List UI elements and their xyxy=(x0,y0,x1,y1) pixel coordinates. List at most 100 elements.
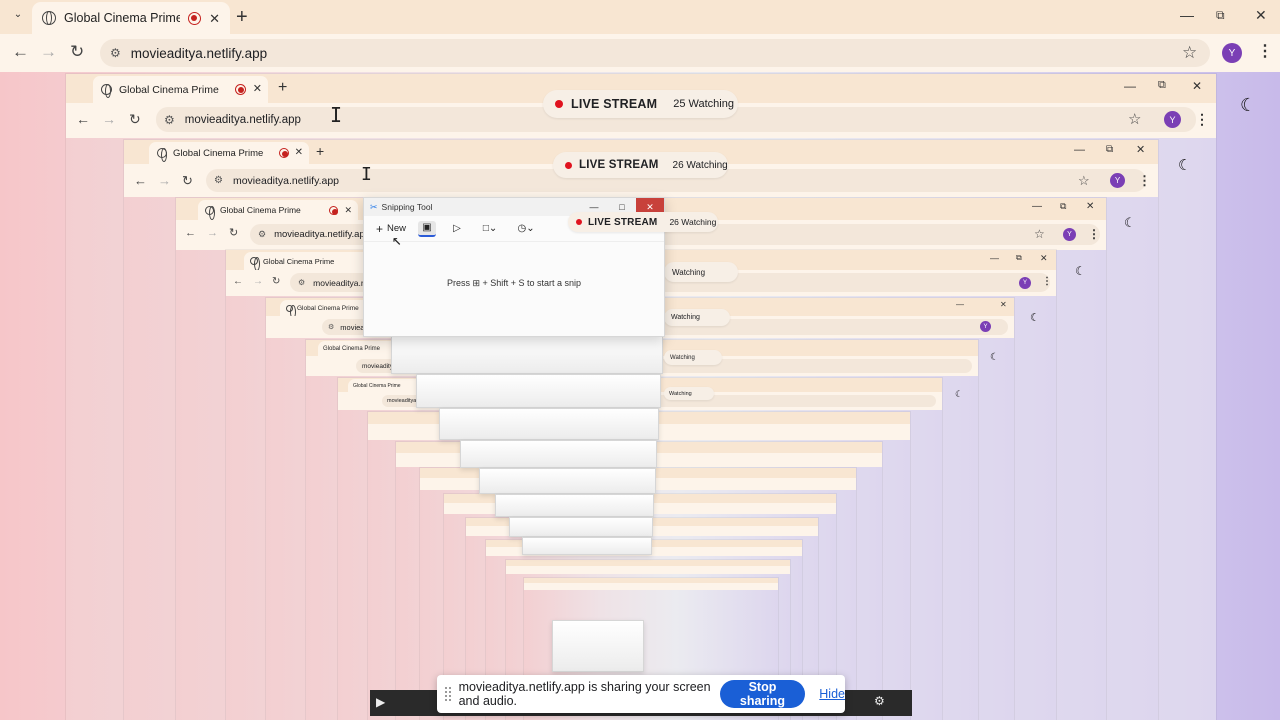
stop-sharing-button[interactable]: Stop sharing xyxy=(719,680,806,708)
site-info-icon: ⚙ xyxy=(258,229,267,239)
watching-count: 26 Watching xyxy=(672,159,728,171)
hide-link[interactable]: Hide xyxy=(819,687,845,701)
live-stream-badge: Watching xyxy=(664,350,722,365)
snip-capture-ghost xyxy=(391,336,663,374)
reload-icon[interactable]: ↻ xyxy=(70,43,84,60)
tab-search-chevron-icon[interactable]: ⌄ xyxy=(10,9,26,25)
minimize-icon: — xyxy=(990,253,999,263)
live-stream-badge: LIVE STREAM 25 Watching xyxy=(543,90,738,118)
address-url: movieaditya.netlify.app xyxy=(184,113,301,126)
restore-icon: ⧉ xyxy=(1016,253,1022,262)
address-url: movieaditya.netlify.app xyxy=(232,174,339,187)
video-mode-icon[interactable]: ▷ xyxy=(448,221,466,237)
snip-capture-ghost xyxy=(522,537,652,555)
browser-menu-icon: ⋮ xyxy=(1088,227,1100,241)
live-dot-icon xyxy=(555,100,563,108)
recording-indicator-icon xyxy=(278,148,289,158)
restore-icon: ⧉ xyxy=(1106,144,1114,155)
tab-title: Global Cinema Prime xyxy=(323,345,381,352)
live-stream-label: LIVE STREAM xyxy=(588,216,658,228)
bookmark-star-icon: ☆ xyxy=(1078,173,1090,188)
profile-avatar[interactable]: Y xyxy=(1222,43,1242,63)
back-arrow-icon: ← xyxy=(233,276,243,287)
back-arrow-icon: ← xyxy=(134,173,147,188)
restore-icon[interactable]: ⧉ xyxy=(1216,9,1225,21)
text-cursor-icon: I xyxy=(361,164,372,185)
moon-icon[interactable]: ☾ xyxy=(1240,96,1256,114)
tab-title: Global Cinema Prime xyxy=(64,11,181,25)
minimize-icon: — xyxy=(956,300,964,309)
site-info-icon: ⚙ xyxy=(328,324,335,331)
forward-arrow-icon: → xyxy=(102,111,116,127)
tab-title: Global Cinema Prime xyxy=(119,83,219,96)
new-tab-plus-icon: + xyxy=(316,143,325,159)
globe-icon xyxy=(42,11,56,25)
tab-title: Global Cinema Prime xyxy=(353,382,401,389)
browser-tab-strip: ⌄ Global Cinema Prime ✕ + — ⧉ ✕ xyxy=(0,0,1280,34)
forward-arrow-icon[interactable]: → xyxy=(40,43,57,60)
site-info-icon: ⚙ xyxy=(298,278,306,287)
watching-count: 26 Watching xyxy=(669,217,717,227)
recording-indicator-icon xyxy=(329,205,339,215)
settings-icon[interactable]: ⚙ xyxy=(874,694,885,708)
moon-icon: ☾ xyxy=(1178,157,1192,174)
snip-capture-ghost xyxy=(439,408,659,440)
forward-arrow-icon: → xyxy=(158,173,171,188)
new-tab-plus-icon[interactable]: + xyxy=(236,7,248,27)
browser-menu-icon: ⋮ xyxy=(1042,276,1052,287)
plus-icon: + xyxy=(376,221,384,236)
snip-hint-text: Press ⊞ + Shift + S to start a snip xyxy=(446,278,582,288)
moon-icon: ☾ xyxy=(1124,215,1136,230)
mouse-pointer-icon: ↖ xyxy=(392,230,402,249)
drag-handle-icon[interactable] xyxy=(445,687,451,701)
reload-icon: ↻ xyxy=(182,173,193,188)
live-stream-badge: LIVE STREAM 26 Watching xyxy=(568,212,718,232)
profile-avatar: Y xyxy=(1019,277,1031,289)
snip-shape-dropdown-icon[interactable]: □⌄ xyxy=(478,221,502,237)
reload-icon: ↻ xyxy=(129,111,141,127)
snip-capture-ghost xyxy=(479,468,656,494)
back-arrow-icon: ← xyxy=(76,111,90,127)
moon-icon: ☾ xyxy=(990,352,999,363)
tab-global-cinema-prime[interactable]: Global Cinema Prime ✕ xyxy=(32,2,230,34)
forward-arrow-icon: → xyxy=(207,227,218,239)
moon-icon: ☾ xyxy=(1030,312,1040,324)
browser-menu-icon: ⋮ xyxy=(1138,173,1151,188)
site-info-icon: ⚙ xyxy=(214,175,223,186)
profile-avatar: Y xyxy=(1063,228,1076,241)
watching-count: Watching xyxy=(671,314,700,321)
site-info-icon[interactable]: ⚙ xyxy=(110,46,121,60)
minimize-icon: — xyxy=(1124,79,1136,93)
globe-icon xyxy=(101,84,112,98)
live-stream-badge: Watching xyxy=(664,387,714,400)
snip-capture-ghost xyxy=(509,517,653,537)
close-window-icon: ✕ xyxy=(1136,144,1146,156)
minimize-icon: — xyxy=(1032,201,1042,212)
live-stream-label: LIVE STREAM xyxy=(579,159,659,171)
globe-icon xyxy=(250,257,260,270)
reload-icon: ↻ xyxy=(229,227,239,239)
close-window-icon[interactable]: ✕ xyxy=(1255,8,1267,22)
close-tab-icon[interactable]: ✕ xyxy=(209,12,220,25)
screenshot-mode-icon[interactable]: ▣ xyxy=(418,220,437,237)
address-bar[interactable]: ⚙ movieaditya.netlify.app xyxy=(100,39,1210,67)
browser-menu-icon[interactable]: ⋮ xyxy=(1257,44,1273,60)
tab-title: Global Cinema Prime xyxy=(263,256,335,266)
reload-icon: ↻ xyxy=(272,276,281,287)
moon-icon: ☾ xyxy=(955,389,964,399)
forward-arrow-icon: → xyxy=(253,276,263,287)
timer-dropdown-icon[interactable]: ◷⌄ xyxy=(514,221,538,237)
recording-indicator-icon xyxy=(188,11,202,25)
profile-avatar: Y xyxy=(1110,173,1125,188)
profile-avatar: Y xyxy=(1164,111,1181,128)
play-icon[interactable]: ▶ xyxy=(376,695,385,709)
live-stream-badge: Watching xyxy=(664,262,738,282)
minimize-icon: — xyxy=(1074,144,1085,156)
back-arrow-icon[interactable]: ← xyxy=(12,43,29,60)
live-dot-icon xyxy=(576,219,582,225)
close-tab-icon: ✕ xyxy=(252,83,262,95)
globe-icon xyxy=(205,205,215,220)
minimize-icon[interactable]: — xyxy=(1180,8,1194,22)
bookmark-star-icon[interactable]: ☆ xyxy=(1182,44,1197,61)
snip-capture-ghost xyxy=(495,494,654,517)
